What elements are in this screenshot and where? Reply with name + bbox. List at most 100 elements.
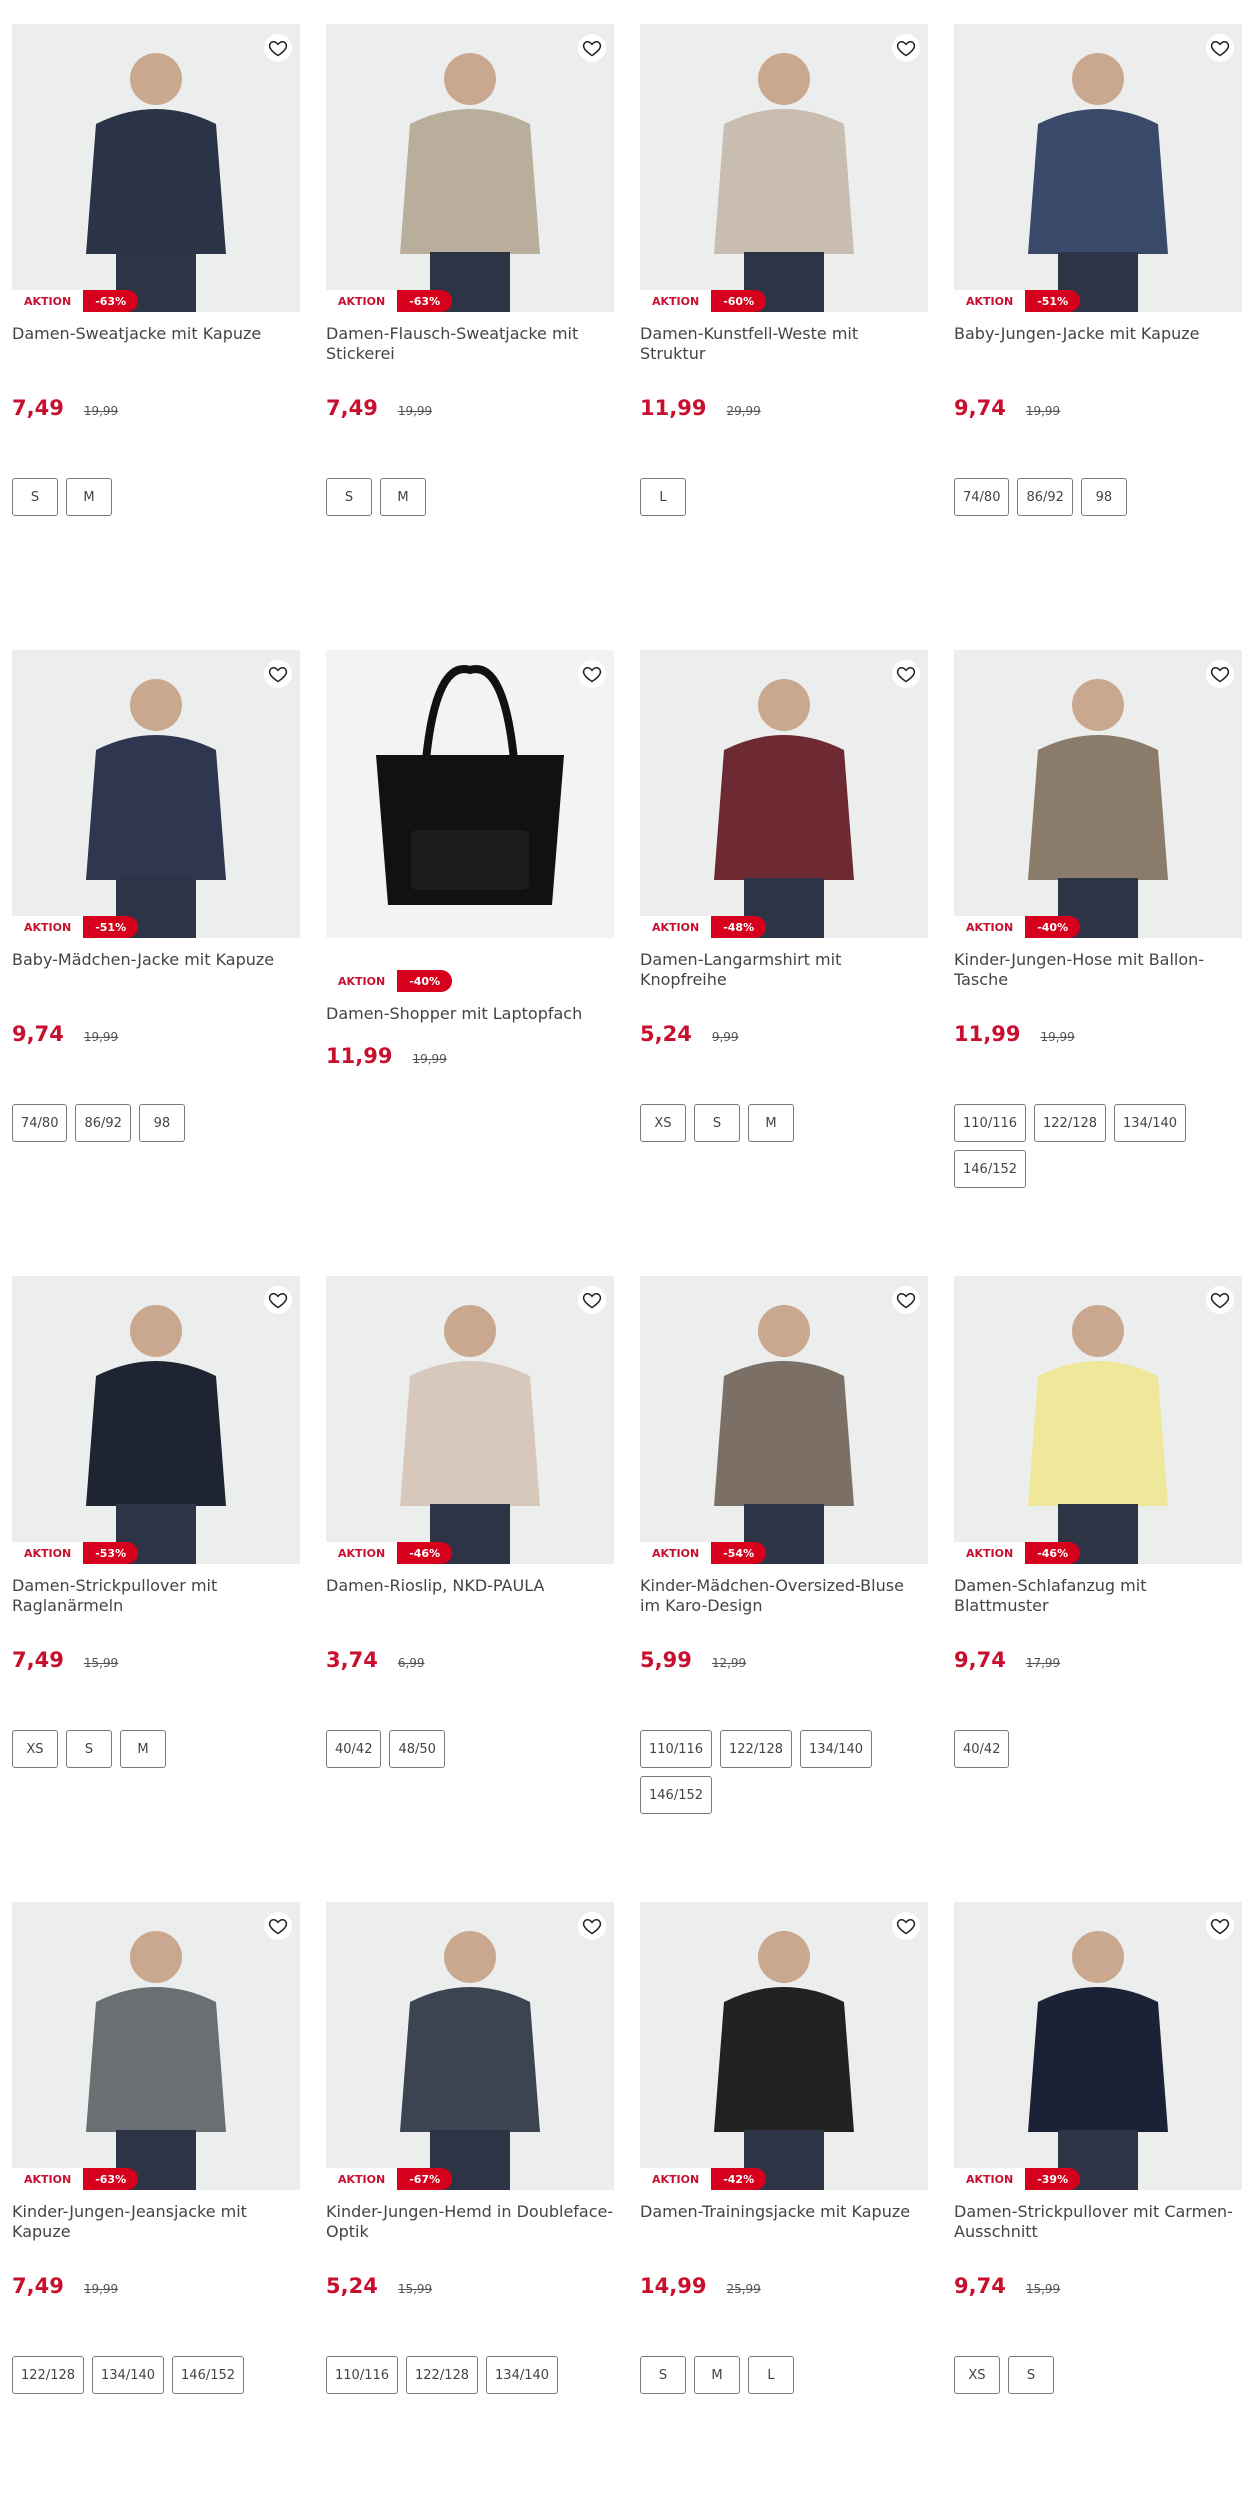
product-card[interactable]: AKTION -67% Kinder-Jungen-Hemd in Doublefa… (326, 1902, 614, 2394)
size-option-button[interactable]: 110/116 (954, 1104, 1027, 1142)
product-card[interactable]: AKTION -40% Kinder-Jungen-Hose mit Ballon-… (954, 650, 1242, 1188)
product-card[interactable]: AKTION -46% Damen-Schlafanzug mit Blattmus… (954, 1276, 1242, 1768)
product-image[interactable]: AKTION -67% (326, 1902, 614, 2190)
product-name[interactable]: Baby-Jungen-Jacke mit Kapuze (954, 324, 1242, 364)
product-image[interactable] (326, 650, 614, 938)
product-card[interactable]: AKTION -63% Kinder-Jungen-Jeansjacke mit K… (12, 1902, 300, 2394)
size-option-button[interactable]: 74/80 (954, 478, 1010, 516)
wishlist-heart-icon[interactable] (1206, 34, 1234, 62)
product-image[interactable]: AKTION -63% (326, 24, 614, 312)
size-option-button[interactable]: S (326, 478, 372, 516)
product-name[interactable]: Damen-Trainingsjacke mit Kapuze (640, 2202, 928, 2242)
size-option-button[interactable]: 48/50 (389, 1730, 445, 1768)
size-option-button[interactable]: L (640, 478, 686, 516)
product-image[interactable]: AKTION -39% (954, 1902, 1242, 2190)
product-card[interactable]: AKTION -60% Damen-Kunstfell-Weste mit Stru… (640, 24, 928, 516)
size-option-button[interactable]: 110/116 (640, 1730, 713, 1768)
size-option-button[interactable]: S (640, 2356, 686, 2394)
product-card[interactable]: AKTION -39% Damen-Strickpullover mit Carme… (954, 1902, 1242, 2394)
size-option-button[interactable]: M (380, 478, 426, 516)
size-option-button[interactable]: 40/42 (954, 1730, 1010, 1768)
wishlist-heart-icon[interactable] (264, 34, 292, 62)
size-option-button[interactable]: M (66, 478, 112, 516)
size-option-button[interactable]: S (12, 478, 58, 516)
product-card[interactable]: AKTION -53% Damen-Strickpullover mit Ragla… (12, 1276, 300, 1768)
size-option-button[interactable]: M (694, 2356, 740, 2394)
product-name[interactable]: Damen-Strickpullover mit Carmen-Ausschni… (954, 2202, 1242, 2242)
product-name[interactable]: Damen-Shopper mit Laptopfach (326, 1004, 614, 1024)
product-name[interactable]: Kinder-Jungen-Hemd in Doubleface-Optik (326, 2202, 614, 2242)
size-option-button[interactable]: 122/128 (12, 2356, 85, 2394)
product-card[interactable]: AKTION -51% Baby-Jungen-Jacke mit Kapuze 9,… (954, 24, 1242, 516)
product-name[interactable]: Damen-Flausch-Sweatjacke mit Stickerei (326, 324, 614, 364)
product-image[interactable]: AKTION -53% (12, 1276, 300, 1564)
size-option-button[interactable]: M (120, 1730, 166, 1768)
size-option-button[interactable]: XS (954, 2356, 1000, 2394)
product-image[interactable]: AKTION -46% (326, 1276, 614, 1564)
product-image[interactable]: AKTION -51% (12, 650, 300, 938)
product-card[interactable]: AKTION -48% Damen-Langarmshirt mit Knopfre… (640, 650, 928, 1142)
wishlist-heart-icon[interactable] (892, 1286, 920, 1314)
wishlist-heart-icon[interactable] (892, 660, 920, 688)
size-option-button[interactable]: S (694, 1104, 740, 1142)
size-option-button[interactable]: 134/140 (1114, 1104, 1187, 1142)
size-option-button[interactable]: 146/152 (640, 1776, 713, 1814)
size-option-button[interactable]: 122/128 (720, 1730, 793, 1768)
wishlist-heart-icon[interactable] (578, 1912, 606, 1940)
product-image[interactable]: AKTION -63% (12, 1902, 300, 2190)
size-option-button[interactable]: 40/42 (326, 1730, 382, 1768)
product-image[interactable]: AKTION -48% (640, 650, 928, 938)
size-option-button[interactable]: 122/128 (406, 2356, 479, 2394)
product-name[interactable]: Baby-Mädchen-Jacke mit Kapuze (12, 950, 300, 990)
wishlist-heart-icon[interactable] (892, 34, 920, 62)
wishlist-heart-icon[interactable] (578, 34, 606, 62)
wishlist-heart-icon[interactable] (578, 660, 606, 688)
product-name[interactable]: Kinder-Mädchen-Oversized-Bluse im Karo-D… (640, 1576, 928, 1616)
size-option-button[interactable]: 134/140 (92, 2356, 165, 2394)
wishlist-heart-icon[interactable] (264, 1286, 292, 1314)
size-option-button[interactable]: M (748, 1104, 794, 1142)
wishlist-heart-icon[interactable] (892, 1912, 920, 1940)
product-name[interactable]: Damen-Rioslip, NKD-PAULA (326, 1576, 614, 1616)
product-card[interactable]: AKTION -63% Damen-Flausch-Sweatjacke mit S… (326, 24, 614, 516)
wishlist-heart-icon[interactable] (1206, 660, 1234, 688)
wishlist-heart-icon[interactable] (264, 1912, 292, 1940)
product-image[interactable]: AKTION -46% (954, 1276, 1242, 1564)
product-name[interactable]: Damen-Sweatjacke mit Kapuze (12, 324, 300, 364)
product-card[interactable]: AKTION -51% Baby-Mädchen-Jacke mit Kapuze 9… (12, 650, 300, 1142)
product-name[interactable]: Damen-Strickpullover mit Raglanärmeln (12, 1576, 300, 1616)
size-option-button[interactable]: 146/152 (172, 2356, 245, 2394)
product-image[interactable]: AKTION -42% (640, 1902, 928, 2190)
product-card[interactable]: AKTION -54% Kinder-Mädchen-Oversized-Bluse… (640, 1276, 928, 1814)
product-name[interactable]: Damen-Schlafanzug mit Blattmuster (954, 1576, 1242, 1616)
product-image[interactable]: AKTION -63% (12, 24, 300, 312)
product-image[interactable]: AKTION -54% (640, 1276, 928, 1564)
product-image[interactable]: AKTION -60% (640, 24, 928, 312)
product-name[interactable]: Damen-Langarmshirt mit Knopfreihe (640, 950, 928, 990)
product-card[interactable]: AKTION -63% Damen-Sweatjacke mit Kapuze 7,4… (12, 24, 300, 516)
size-option-button[interactable]: 86/92 (1017, 478, 1073, 516)
size-option-button[interactable]: XS (640, 1104, 686, 1142)
product-card[interactable]: AKTION -46% Damen-Rioslip, NKD-PAULA 3,74 6,… (326, 1276, 614, 1768)
size-option-button[interactable]: S (1008, 2356, 1054, 2394)
wishlist-heart-icon[interactable] (1206, 1286, 1234, 1314)
wishlist-heart-icon[interactable] (264, 660, 292, 688)
product-name[interactable]: Damen-Kunstfell-Weste mit Struktur (640, 324, 928, 364)
size-option-button[interactable]: 98 (1080, 478, 1127, 516)
wishlist-heart-icon[interactable] (1206, 1912, 1234, 1940)
product-card[interactable]: AKTION -40% Damen-Shopper mit Laptopfach 11… (326, 650, 614, 1068)
size-option-button[interactable]: L (748, 2356, 794, 2394)
size-option-button[interactable]: XS (12, 1730, 58, 1768)
wishlist-heart-icon[interactable] (578, 1286, 606, 1314)
size-option-button[interactable]: 98 (138, 1104, 185, 1142)
product-name[interactable]: Kinder-Jungen-Hose mit Ballon-Tasche (954, 950, 1242, 990)
size-option-button[interactable]: S (66, 1730, 112, 1768)
product-image[interactable]: AKTION -51% (954, 24, 1242, 312)
size-option-button[interactable]: 86/92 (75, 1104, 131, 1142)
product-image[interactable]: AKTION -40% (954, 650, 1242, 938)
size-option-button[interactable]: 110/116 (326, 2356, 399, 2394)
size-option-button[interactable]: 122/128 (1034, 1104, 1107, 1142)
size-option-button[interactable]: 134/140 (486, 2356, 559, 2394)
size-option-button[interactable]: 134/140 (800, 1730, 873, 1768)
product-name[interactable]: Kinder-Jungen-Jeansjacke mit Kapuze (12, 2202, 300, 2242)
